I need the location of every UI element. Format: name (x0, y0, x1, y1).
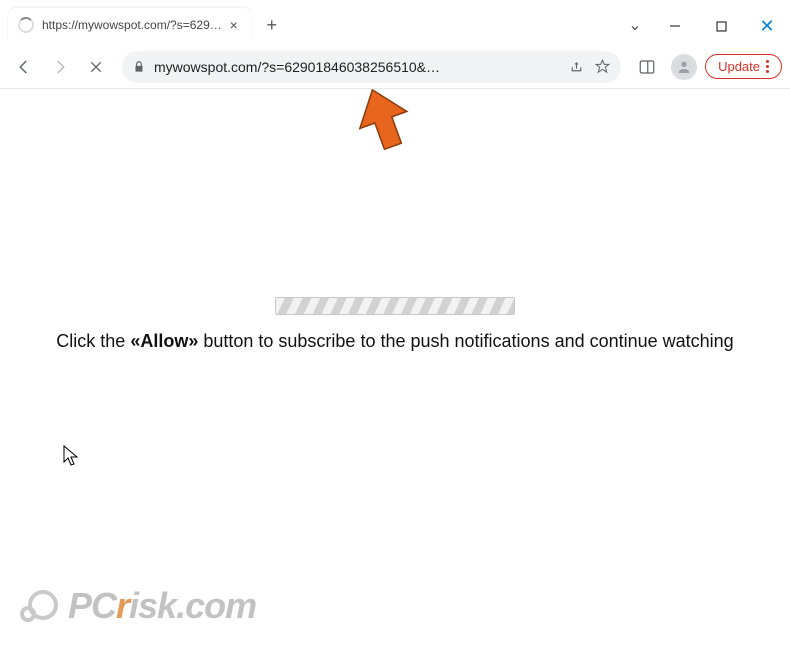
allow-word: «Allow» (130, 331, 198, 351)
watermark-logo-icon (18, 584, 62, 628)
browser-tab[interactable]: https://mywowspot.com/?s=629… × (8, 8, 252, 42)
window-close-button[interactable]: ✕ (744, 10, 790, 42)
forward-button[interactable] (44, 51, 76, 83)
share-icon (568, 58, 585, 75)
window-controls: ⌄ ✕ (618, 8, 790, 42)
address-bar[interactable]: mywowspot.com/?s=62901846038256510&… (122, 51, 621, 83)
instruction-text: Click the «Allow» button to subscribe to… (0, 331, 790, 352)
back-button[interactable] (8, 51, 40, 83)
page-content: Click the «Allow» button to subscribe to… (0, 89, 790, 646)
close-tab-button[interactable]: × (226, 17, 242, 33)
person-icon (676, 59, 692, 75)
titlebar: https://mywowspot.com/?s=629… × + ⌄ ✕ (0, 0, 790, 45)
arrow-right-icon (51, 58, 69, 76)
wm-post: isk.com (129, 585, 256, 626)
minimize-button[interactable] (652, 10, 698, 42)
tab-strip: https://mywowspot.com/?s=629… × + (0, 8, 618, 42)
loading-spinner-icon (18, 17, 34, 33)
panel-icon (638, 58, 656, 76)
new-tab-button[interactable]: + (258, 11, 286, 39)
text-before: Click the (56, 331, 130, 351)
tab-search-button[interactable]: ⌄ (618, 10, 652, 40)
lock-icon (132, 60, 146, 74)
close-icon (88, 59, 104, 75)
stop-button[interactable] (80, 51, 112, 83)
profile-button[interactable] (671, 54, 697, 80)
star-icon (594, 58, 611, 75)
update-label: Update (718, 59, 760, 74)
watermark: PCrisk.com (18, 584, 256, 628)
text-after: button to subscribe to the push notifica… (198, 331, 733, 351)
maximize-button[interactable] (698, 10, 744, 42)
url-text: mywowspot.com/?s=62901846038256510&… (154, 59, 559, 75)
progress-bar (275, 297, 515, 315)
wm-r: r (116, 585, 129, 626)
wm-pre: PC (68, 585, 116, 626)
menu-dots-icon (766, 60, 769, 73)
update-button[interactable]: Update (705, 54, 782, 79)
arrow-left-icon (15, 58, 33, 76)
watermark-text: PCrisk.com (68, 585, 256, 627)
maximize-icon (716, 21, 727, 32)
bookmark-button[interactable] (593, 58, 611, 76)
side-panel-button[interactable] (631, 51, 663, 83)
share-button[interactable] (567, 58, 585, 76)
toolbar: mywowspot.com/?s=62901846038256510&… Upd… (0, 45, 790, 89)
minimize-icon (669, 20, 681, 32)
tab-title: https://mywowspot.com/?s=629… (42, 18, 222, 32)
